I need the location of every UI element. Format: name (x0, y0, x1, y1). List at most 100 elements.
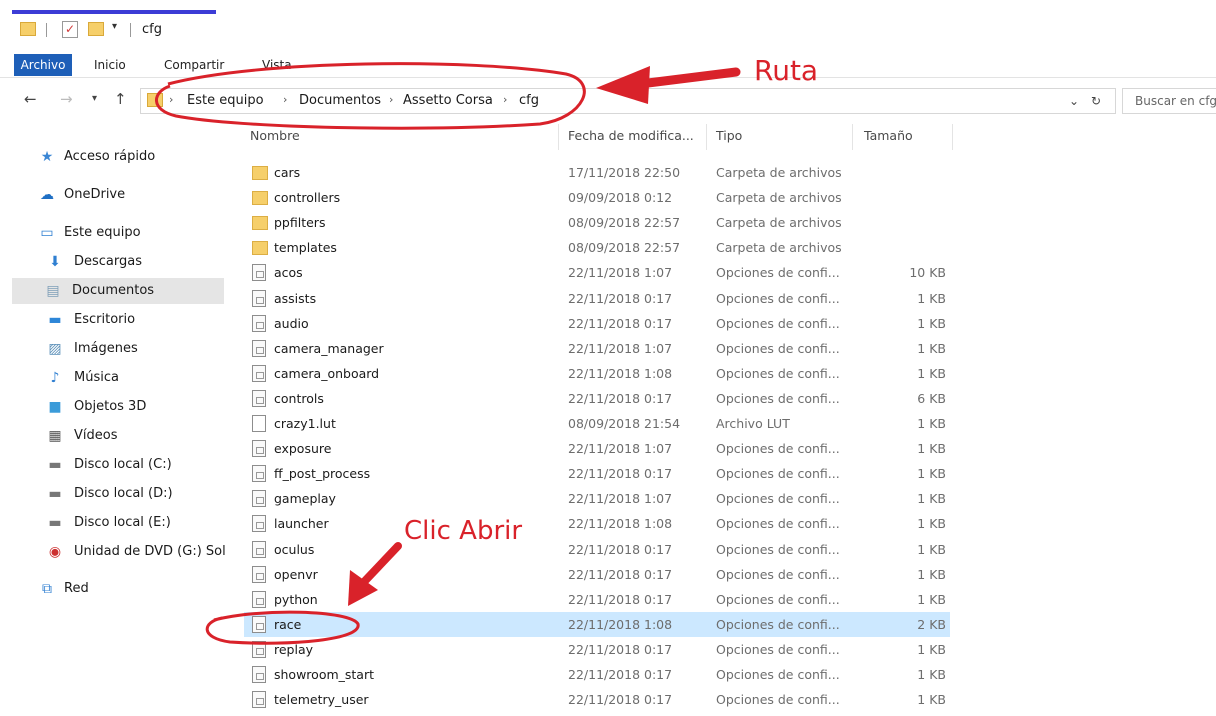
column-header-type[interactable]: Tipo (716, 128, 742, 143)
window-title: cfg (142, 22, 162, 37)
file-type: Opciones de confi... (716, 290, 840, 306)
breadcrumb-documentos[interactable]: Documentos (299, 93, 381, 108)
file-name: oculus (274, 541, 315, 557)
sidebar-item-m-sica[interactable]: ♪ Música (14, 365, 224, 391)
sidebar-item-im-genes[interactable]: ▨ Imágenes (14, 336, 224, 362)
file-row[interactable]: ppfilters 08/09/2018 22:57 Carpeta de arch… (244, 210, 950, 235)
file-row[interactable]: assists 22/11/2018 0:17 Opciones de confi.… (244, 286, 950, 311)
recent-dropdown-icon[interactable]: ▾ (92, 93, 97, 104)
file-row[interactable]: audio 22/11/2018 0:17 Opciones de confi...… (244, 311, 950, 336)
config-file-icon (252, 490, 266, 508)
history-dropdown-icon[interactable]: ⌄ (1069, 94, 1079, 108)
sidebar-item-onedrive[interactable]: ☁ OneDrive (14, 182, 224, 208)
column-divider[interactable] (952, 124, 953, 150)
file-date: 22/11/2018 1:07 (568, 340, 673, 356)
file-date: 22/11/2018 0:17 (568, 591, 673, 607)
tab-archivo[interactable]: Archivo (14, 54, 72, 76)
cloud-icon: ☁ (40, 187, 54, 203)
tab-compartir[interactable]: Compartir (164, 54, 224, 76)
sidebar-item-objetos-3d[interactable]: ■ Objetos 3D (14, 394, 224, 420)
file-row[interactable]: showroom_start 22/11/2018 0:17 Opciones de… (244, 662, 950, 687)
file-row[interactable]: exposure 22/11/2018 1:07 Opciones de confi… (244, 436, 950, 461)
config-file-icon (252, 465, 266, 483)
file-date: 09/09/2018 0:12 (568, 190, 673, 206)
file-list: Nombre Fecha de modifica... Tipo Tamaño … (228, 120, 1216, 716)
up-icon[interactable]: ↑ (114, 90, 127, 108)
desktop-icon: ▬ (48, 312, 62, 328)
search-placeholder: Buscar en cfg (1135, 94, 1216, 108)
back-icon[interactable]: ← (24, 90, 37, 108)
column-divider[interactable] (706, 124, 707, 150)
sidebar-item-label: Descargas (74, 254, 143, 269)
chevron-right-icon[interactable]: › (283, 93, 287, 106)
quick-access-dropdown-icon[interactable]: ▾ (112, 21, 117, 32)
chevron-right-icon[interactable]: › (169, 93, 173, 106)
file-row[interactable]: cars 17/11/2018 22:50 Carpeta de archivos (244, 160, 950, 185)
file-row[interactable]: camera_onboard 22/11/2018 1:08 Opciones de… (244, 361, 950, 386)
forward-icon[interactable]: → (60, 90, 73, 108)
file-row[interactable]: openvr 22/11/2018 0:17 Opciones de confi..… (244, 562, 950, 587)
file-row[interactable]: oculus 22/11/2018 0:17 Opciones de confi..… (244, 537, 950, 562)
sidebar-item-red[interactable]: ⧉ Red (14, 576, 224, 602)
file-icon (252, 415, 266, 432)
chevron-right-icon[interactable]: › (389, 93, 393, 106)
address-bar[interactable]: › Este equipo › Documentos › Assetto Cor… (140, 88, 1116, 114)
file-row[interactable]: controls 22/11/2018 0:17 Opciones de confi… (244, 386, 950, 411)
column-divider[interactable] (558, 124, 559, 150)
column-header-name[interactable]: Nombre (250, 128, 300, 143)
sidebar-item-label: Disco local (D:) (74, 486, 173, 501)
file-size: 1 KB (917, 566, 946, 582)
sidebar-item-acceso-r-pido[interactable]: ★ Acceso rápido (14, 144, 224, 170)
config-file-icon (252, 264, 266, 282)
file-row[interactable]: launcher 22/11/2018 1:08 Opciones de confi… (244, 511, 950, 536)
drive-icon: ▬ (48, 486, 62, 502)
sidebar-item-disco-local-c[interactable]: ▬ Disco local (C:) (14, 452, 224, 478)
file-size: 1 KB (917, 416, 946, 431)
file-row[interactable]: python 22/11/2018 0:17 Opciones de confi..… (244, 587, 950, 612)
column-header-size[interactable]: Tamaño (864, 128, 913, 143)
column-divider[interactable] (852, 124, 853, 150)
sidebar-item-disco-local-d[interactable]: ▬ Disco local (D:) (14, 481, 224, 507)
properties-icon[interactable]: ✓ (62, 21, 78, 38)
file-type: Opciones de confi... (716, 340, 840, 356)
config-file-icon (252, 540, 266, 558)
sidebar-item-label: OneDrive (64, 187, 126, 202)
breadcrumb-assetto-corsa[interactable]: Assetto Corsa (403, 93, 493, 108)
new-folder-icon[interactable] (88, 22, 104, 36)
file-type: Carpeta de archivos (716, 165, 842, 180)
file-row[interactable]: race 22/11/2018 1:08 Opciones de confi... 2… (244, 611, 950, 637)
sidebar-item-label: Disco local (C:) (74, 457, 172, 472)
sidebar-item-disco-local-e[interactable]: ▬ Disco local (E:) (14, 510, 224, 536)
file-row[interactable]: gameplay 22/11/2018 1:07 Opciones de confi… (244, 486, 950, 511)
separator (130, 23, 131, 37)
sidebar-item-este-equipo[interactable]: ▭ Este equipo (14, 220, 224, 246)
file-row[interactable]: camera_manager 22/11/2018 1:07 Opciones de… (244, 336, 950, 361)
file-name: telemetry_user (274, 692, 369, 708)
search-input[interactable]: Buscar en cfg (1122, 88, 1216, 114)
refresh-icon[interactable]: ↻ (1091, 94, 1101, 108)
breadcrumb-este-equipo[interactable]: Este equipo (187, 93, 264, 108)
image-icon: ▨ (48, 341, 62, 357)
file-row[interactable]: telemetry_user 22/11/2018 0:17 Opciones de… (244, 687, 950, 712)
sidebar-item-escritorio[interactable]: ▬ Escritorio (14, 307, 224, 333)
tab-vista[interactable]: Vista (262, 54, 292, 76)
config-file-icon (252, 314, 266, 332)
sidebar-item-v-deos[interactable]: ▦ Vídeos (14, 423, 224, 449)
column-header-date[interactable]: Fecha de modifica... (568, 128, 694, 143)
file-name: openvr (274, 566, 318, 582)
file-row[interactable]: replay 22/11/2018 0:17 Opciones de confi..… (244, 637, 950, 662)
file-row[interactable]: controllers 09/09/2018 0:12 Carpeta de arc… (244, 185, 950, 210)
sidebar-item-documentos[interactable]: ▤ Documentos (12, 278, 224, 304)
open-annotation-label: Clic Abrir (404, 516, 523, 546)
file-row[interactable]: acos 22/11/2018 1:07 Opciones de confi... 1… (244, 260, 950, 285)
file-row[interactable]: ff_post_process 22/11/2018 0:17 Opciones d… (244, 461, 950, 486)
file-date: 08/09/2018 22:57 (568, 215, 681, 231)
sidebar-item-unidad-de-dvd-g-sol[interactable]: ◉ Unidad de DVD (G:) Sol (14, 539, 226, 565)
file-row[interactable]: templates 08/09/2018 22:57 Carpeta de arch… (244, 235, 950, 260)
config-file-icon (252, 590, 266, 608)
tab-inicio[interactable]: Inicio (94, 54, 126, 76)
file-row[interactable]: crazy1.lut 08/09/2018 21:54 Archivo LUT 1 K… (244, 411, 950, 436)
chevron-right-icon[interactable]: › (503, 93, 507, 106)
sidebar-item-descargas[interactable]: ⬇ Descargas (14, 249, 224, 275)
breadcrumb-cfg[interactable]: cfg (519, 93, 539, 108)
